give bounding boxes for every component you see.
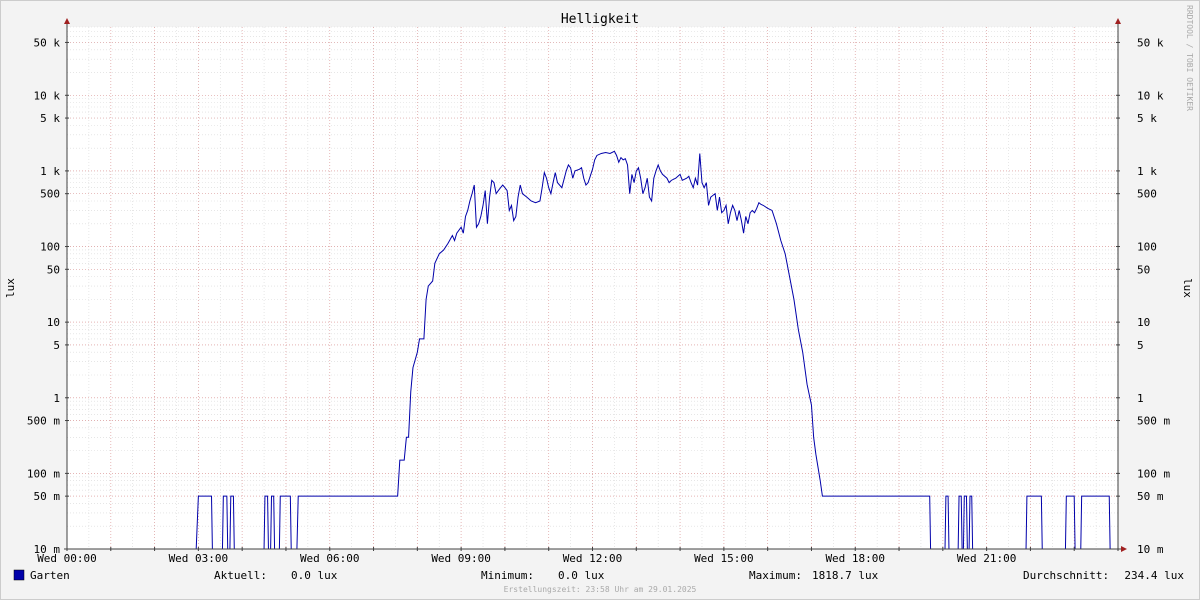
y-axis-arrow-right <box>1115 18 1121 24</box>
x-tick-label: Wed 09:00 <box>431 552 491 565</box>
x-tick-label: Wed 15:00 <box>694 552 754 565</box>
y-tick-label: 500 m <box>1137 415 1170 428</box>
y-tick-label: 10 k <box>1137 89 1164 102</box>
y-tick-label: 5 <box>53 339 60 352</box>
rrd-graph: 50 k 10 k 5 k 1 k 500 100 50 10 5 1 500 m 100 m 50 m… <box>0 0 1200 600</box>
y-tick-label: 500 <box>40 188 60 201</box>
creation-time-footer: Erstellungszeit: 23:58 Uhr am 29.01.2025 <box>504 585 697 594</box>
y-tick-label: 1 <box>53 392 60 405</box>
y-tick-labels-right: 50 k 10 k 5 k 1 k 500 100 50 10 5 1 500 m 100 m 50 m… <box>1137 36 1170 556</box>
chart-title: Helligkeit <box>561 12 639 27</box>
y-tick-label: 1 k <box>1137 165 1157 178</box>
y-axis-arrow-left <box>64 18 70 24</box>
y-tick-label: 1 k <box>40 165 60 178</box>
legend-maximum-label: Maximum: <box>749 569 802 582</box>
y-axis-label-left: lux <box>4 278 17 298</box>
y-tick-label: 100 m <box>27 467 60 480</box>
y-tick-label: 10 k <box>34 89 61 102</box>
legend-avg-value: 234.4 lux <box>1124 569 1184 582</box>
x-tick-label: Wed 03:00 <box>169 552 229 565</box>
x-tick-label: Wed 06:00 <box>300 552 360 565</box>
legend-aktuell-label: Aktuell: <box>214 569 267 582</box>
y-tick-label: 10 <box>47 316 60 329</box>
y-tick-label: 5 <box>1137 339 1144 352</box>
y-tick-label: 50 m <box>1137 490 1164 503</box>
legend-series-name: Garten <box>30 569 70 582</box>
y-tick-label: 5 k <box>1137 112 1157 125</box>
legend-minimum-label: Minimum: <box>481 569 534 582</box>
y-tick-label: 50 m <box>34 490 61 503</box>
legend-aktuell-value: 0.0 lux <box>291 569 338 582</box>
brightness-chart: 50 k 10 k 5 k 1 k 500 100 50 10 5 1 500 m 100 m 50 m… <box>0 0 1200 600</box>
x-axis-arrow <box>1121 546 1127 552</box>
y-axis-label-right: lux <box>1181 278 1194 298</box>
y-tick-label: 1 <box>1137 392 1144 405</box>
x-tick-label: Wed 12:00 <box>563 552 623 565</box>
x-tick-label: Wed 00:00 <box>37 552 97 565</box>
x-tick-label: Wed 21:00 <box>957 552 1017 565</box>
y-tick-label: 50 k <box>34 36 61 49</box>
y-tick-label: 500 m <box>27 415 60 428</box>
x-tick-label: Wed 18:00 <box>825 552 885 565</box>
y-tick-label: 10 m <box>1137 543 1164 556</box>
y-tick-label: 50 <box>1137 263 1150 276</box>
legend-minimum-value: 0.0 lux <box>558 569 605 582</box>
y-tick-label: 100 <box>1137 241 1157 254</box>
y-tick-label: 50 k <box>1137 36 1164 49</box>
y-tick-label: 100 m <box>1137 467 1170 480</box>
y-tick-label: 5 k <box>40 112 60 125</box>
y-tick-label: 100 <box>40 241 60 254</box>
y-tick-labels-left: 50 k 10 k 5 k 1 k 500 100 50 10 5 1 500 m 100 m 50 m… <box>27 36 60 556</box>
legend-avg-label: Durchschnitt: <box>1023 569 1109 582</box>
y-tick-label: 10 <box>1137 316 1150 329</box>
watermark: RRDTOOL / TOBI OETIKER <box>1185 5 1194 111</box>
y-tick-label: 50 <box>47 263 60 276</box>
legend-color-box <box>13 569 25 581</box>
y-tick-label: 500 <box>1137 188 1157 201</box>
legend-maximum-value: 1818.7 lux <box>812 569 879 582</box>
x-tick-labels: Wed 00:00 Wed 03:00 Wed 06:00 Wed 09:00 Wed … <box>37 552 1016 565</box>
